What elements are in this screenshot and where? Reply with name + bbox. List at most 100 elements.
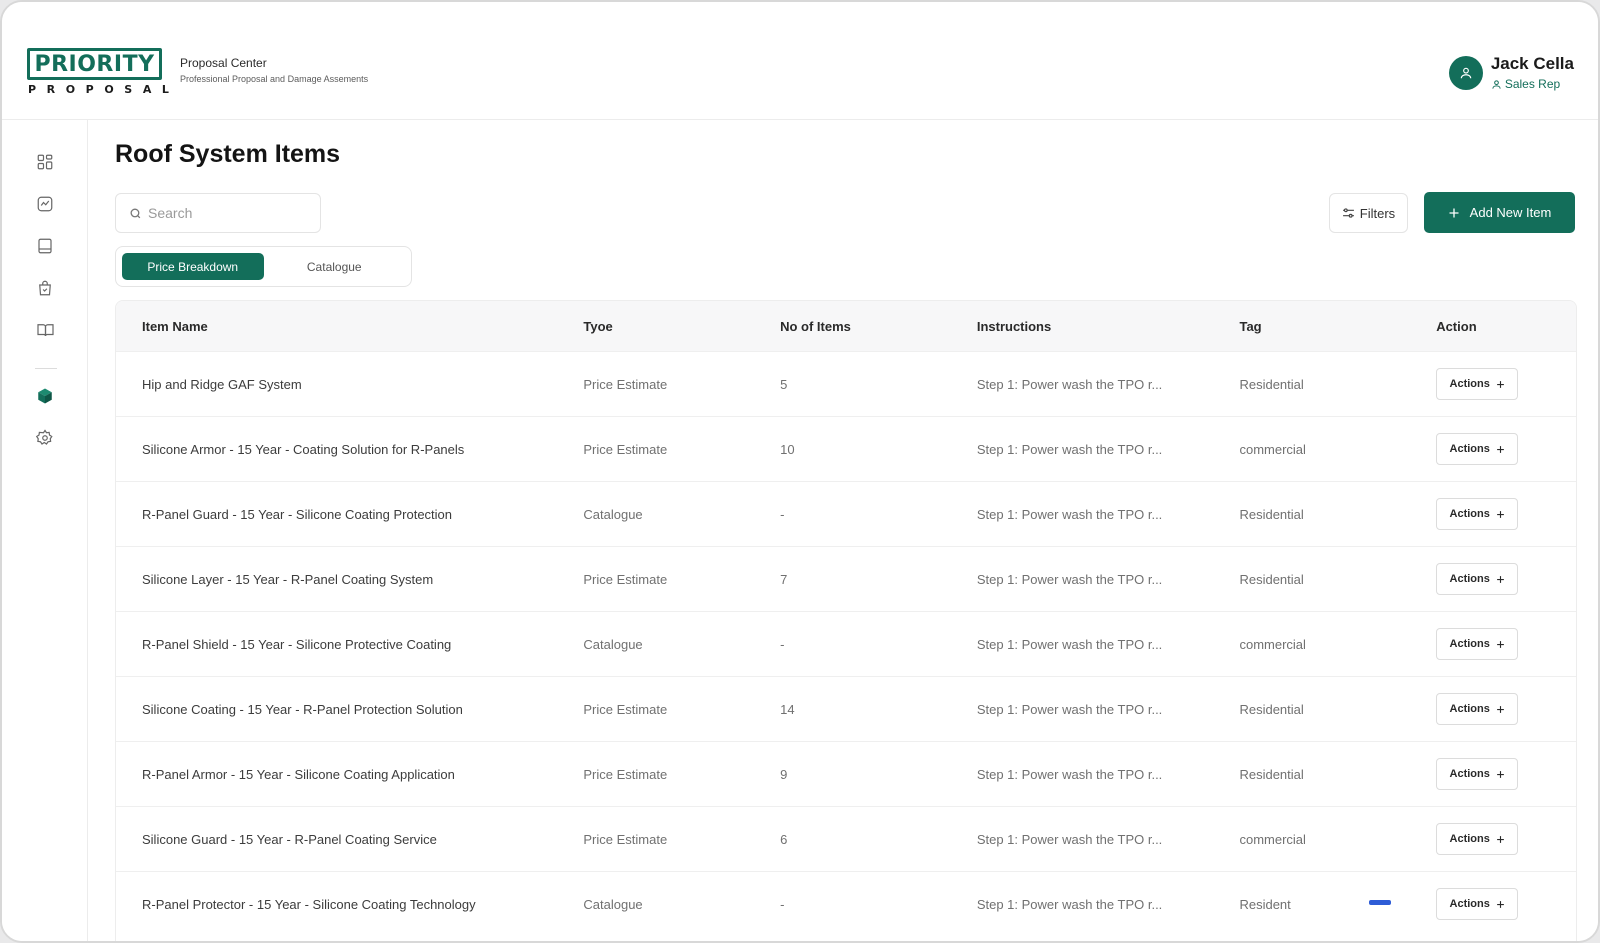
cell-no-of-items: 10: [780, 441, 795, 457]
table-row[interactable]: Silicone Guard - 15 Year - R-Panel Coati…: [116, 806, 1576, 871]
actions-label: Actions: [1449, 833, 1490, 845]
cell-type: Price Estimate: [583, 441, 668, 457]
box-icon: [38, 388, 52, 404]
add-new-item-label: Add New Item: [1469, 205, 1552, 220]
activity-chart-icon: [37, 196, 53, 212]
cell-item-name: Silicone Armor - 15 Year - Coating Solut…: [142, 441, 465, 457]
user-profile[interactable]: Jack Cella Sales Rep: [1448, 54, 1574, 91]
cell-item-name: R-Panel Protector - 15 Year - Silicone C…: [142, 896, 476, 912]
table-row[interactable]: R-Panel Armor - 15 Year - Silicone Coati…: [116, 741, 1576, 806]
sidebar-item-documents[interactable]: [35, 236, 55, 256]
actions-button[interactable]: Actions: [1436, 498, 1519, 530]
cell-item-name: R-Panel Guard - 15 Year - Silicone Coati…: [142, 506, 453, 522]
table-header: Item Name Tyoe No of Items Instructions …: [116, 301, 1576, 351]
cell-instructions: Step 1: Power wash the TPO r...: [976, 636, 1163, 652]
cell-instructions: Step 1: Power wash the TPO r...: [976, 896, 1163, 912]
actions-label: Actions: [1449, 573, 1490, 585]
avatar[interactable]: [1448, 55, 1483, 90]
document-icon: [38, 238, 52, 254]
actions-label: Actions: [1449, 508, 1490, 520]
user-role-label: Sales Rep: [1504, 77, 1561, 91]
column-header-item-name[interactable]: Item Name: [116, 319, 583, 334]
table-row[interactable]: Silicone Layer - 15 Year - R-Panel Coati…: [116, 546, 1576, 611]
actions-button[interactable]: Actions: [1436, 433, 1519, 465]
actions-button[interactable]: Actions: [1436, 693, 1519, 725]
sidebar-item-dashboard[interactable]: [35, 152, 55, 172]
actions-button[interactable]: Actions: [1436, 888, 1519, 920]
table-row[interactable]: R-Panel Shield - 15 Year - Silicone Prot…: [116, 611, 1576, 676]
table-row[interactable]: Silicone Coating - 15 Year - R-Panel Pro…: [116, 676, 1576, 741]
book-icon: [36, 324, 54, 337]
app-window: PRIORITY PROPOSAL Proposal Center Profes…: [0, 0, 1600, 943]
cell-instructions: Step 1: Power wash the TPO r...: [976, 506, 1163, 522]
logo-wordmark: PRIORITY: [27, 48, 162, 80]
gear-icon: [36, 429, 53, 445]
cell-tag: Residential: [1239, 506, 1304, 522]
cell-no-of-items: 6: [780, 831, 788, 847]
actions-button[interactable]: Actions: [1436, 823, 1519, 855]
cell-type: Price Estimate: [583, 701, 668, 717]
plus-icon: [1496, 445, 1504, 453]
sidebar-item-items[interactable]: [35, 386, 55, 406]
search-input[interactable]: [148, 205, 308, 221]
cell-tag: Residential: [1239, 571, 1304, 587]
column-header-instructions[interactable]: Instructions: [977, 319, 1240, 334]
cell-tag: commercial: [1239, 636, 1306, 652]
sidebar-item-settings[interactable]: [35, 428, 55, 448]
cell-no-of-items: 5: [780, 376, 788, 392]
column-header-type[interactable]: Tyoe: [583, 319, 780, 334]
column-header-tag[interactable]: Tag: [1239, 319, 1436, 334]
user-name: Jack Cella: [1490, 54, 1574, 73]
table-row[interactable]: Silicone Armor - 15 Year - Coating Solut…: [116, 416, 1576, 481]
cell-action: Actions: [1436, 888, 1576, 920]
plus-icon: [1496, 380, 1504, 388]
scrollbar-thumb[interactable]: [1369, 900, 1391, 905]
app-subtitle: Professional Proposal and Damage Assemen…: [180, 74, 369, 84]
table-row[interactable]: R-Panel Guard - 15 Year - Silicone Coati…: [116, 481, 1576, 546]
cell-item-name: Silicone Layer - 15 Year - R-Panel Coati…: [142, 571, 434, 587]
plus-icon: [1496, 705, 1504, 713]
tab-price-breakdown[interactable]: Price Breakdown: [122, 253, 264, 280]
cell-tag: Resident: [1239, 896, 1291, 912]
cell-action: Actions: [1436, 758, 1576, 790]
filters-button[interactable]: Filters: [1329, 193, 1408, 233]
table-body: Hip and Ridge GAF System Price Estimate 5 S…: [116, 351, 1576, 936]
filters-label: Filters: [1359, 205, 1396, 221]
plus-icon: [1496, 640, 1504, 648]
actions-button[interactable]: Actions: [1436, 563, 1519, 595]
cell-no-of-items: 9: [780, 766, 788, 782]
user-role: Sales Rep: [1491, 77, 1574, 91]
sidebar-item-orders[interactable]: [35, 278, 55, 298]
table-row[interactable]: R-Panel Protector - 15 Year - Silicone C…: [116, 871, 1576, 936]
main-content: Roof System Items Filters Add New Item P…: [88, 120, 1598, 941]
actions-label: Actions: [1449, 703, 1490, 715]
add-new-item-button[interactable]: Add New Item: [1424, 192, 1575, 233]
sliders-icon: [1342, 208, 1354, 218]
priority-proposal-logo[interactable]: PRIORITY PROPOSAL: [27, 48, 169, 96]
sidebar-item-analytics[interactable]: [35, 194, 55, 214]
actions-button[interactable]: Actions: [1436, 628, 1519, 660]
search-box[interactable]: [115, 193, 321, 233]
cell-tag: Residential: [1239, 376, 1304, 392]
cell-action: Actions: [1436, 498, 1576, 530]
items-table: Item Name Tyoe No of Items Instructions …: [115, 300, 1577, 941]
sidebar: [2, 120, 88, 941]
sidebar-divider: [35, 368, 57, 369]
cell-tag: Residential: [1239, 766, 1304, 782]
user-icon: [1460, 67, 1472, 78]
tab-catalogue[interactable]: Catalogue: [264, 253, 406, 280]
cell-no-of-items: -: [780, 506, 785, 522]
column-header-no-of-items[interactable]: No of Items: [780, 319, 977, 334]
actions-label: Actions: [1449, 898, 1490, 910]
cell-item-name: Silicone Coating - 15 Year - R-Panel Pro…: [142, 701, 463, 717]
cell-type: Price Estimate: [583, 376, 668, 392]
cell-type: Price Estimate: [583, 831, 668, 847]
cell-action: Actions: [1436, 368, 1576, 400]
table-row[interactable]: Hip and Ridge GAF System Price Estimate 5 S…: [116, 351, 1576, 416]
actions-label: Actions: [1449, 768, 1490, 780]
sidebar-item-catalogue[interactable]: [35, 320, 55, 340]
plus-icon: [1496, 575, 1504, 583]
actions-button[interactable]: Actions: [1436, 368, 1519, 400]
cell-action: Actions: [1436, 628, 1576, 660]
actions-button[interactable]: Actions: [1436, 758, 1519, 790]
